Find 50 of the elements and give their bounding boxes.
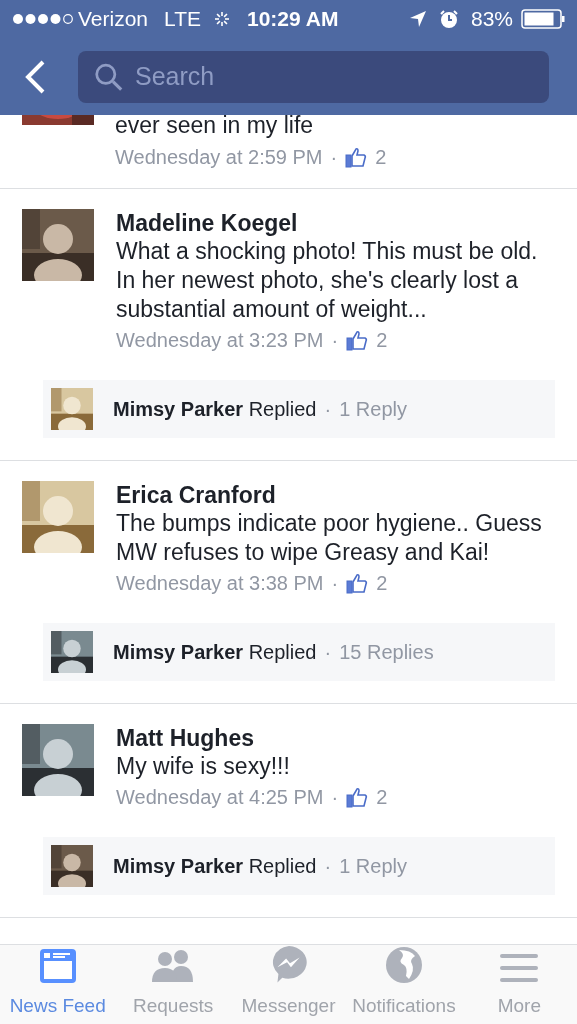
comment-time: Wednesday at 3:23 PM (116, 328, 324, 353)
reply-count: 1 Reply (339, 854, 407, 879)
comment-time: Wednesday at 2:59 PM (115, 145, 323, 170)
commenter-name[interactable]: Matt Hughes (116, 724, 561, 752)
separator: · (331, 328, 339, 353)
menu-icon (500, 951, 539, 984)
back-icon[interactable] (24, 58, 46, 95)
separator: · (331, 571, 339, 596)
commenter-name[interactable]: Madeline Koegel (116, 209, 561, 237)
thumbs-up-icon[interactable] (345, 146, 368, 168)
carrier: Verizon (78, 6, 149, 33)
replies-bar[interactable]: Mimsy Parker Replied · 1 Reply (43, 837, 555, 895)
replies-bar[interactable]: Mimsy Parker Replied · 1 Reply (43, 380, 555, 438)
comment-text: What a shocking photo! This must be old. In her newest photo, she's clearly lost a substantial amount of weight... (116, 237, 539, 324)
search-bar[interactable]: Search (78, 50, 549, 103)
battery-icon (521, 9, 565, 29)
comment-time: Wednesday at 3:38 PM (116, 571, 324, 596)
replies-bar[interactable]: Mimsy Parker Replied · 15 Replies (43, 623, 555, 681)
battery-percent: 83% (470, 6, 513, 33)
like-count: 2 (375, 145, 387, 170)
comment-time: Wednesday at 4:25 PM (116, 785, 324, 810)
thumbs-up-icon[interactable] (346, 786, 369, 808)
comment-text: My wife is sexy!!! (116, 752, 291, 781)
reply-summary: Mimsy Parker Replied (113, 397, 317, 422)
separator: · (324, 397, 332, 422)
activity-spinner-icon (213, 10, 231, 28)
news-feed-icon (38, 947, 77, 984)
reply-count: 15 Replies (339, 640, 434, 665)
reply-count: 1 Reply (339, 397, 407, 422)
search-input[interactable]: Search (135, 57, 533, 96)
like-count: 2 (376, 328, 388, 353)
clock: 10:29 AM (247, 6, 339, 33)
separator: · (331, 785, 339, 810)
thumbs-up-icon[interactable] (346, 329, 369, 351)
like-count: 2 (376, 785, 388, 810)
thumbs-up-icon[interactable] (346, 572, 369, 594)
people-icon (151, 947, 196, 984)
commenter-name[interactable]: Erica Cranford (116, 481, 561, 509)
separator: · (324, 640, 332, 665)
separator: · (330, 145, 338, 170)
separator: · (324, 854, 332, 879)
like-count: 2 (376, 571, 388, 596)
location-arrow-icon (408, 10, 427, 28)
network-type: LTE (164, 6, 201, 33)
comment-text: The bumps indicate poor hygiene.. Guess MW refuses to wipe Greasy and Kai! (116, 509, 543, 567)
alarm-clock-icon (438, 9, 459, 29)
signal-icon (12, 13, 74, 25)
reply-summary: Mimsy Parker Replied (113, 854, 317, 879)
reply-summary: Mimsy Parker Replied (113, 640, 317, 665)
comment-text: ever seen in my life (115, 115, 315, 139)
